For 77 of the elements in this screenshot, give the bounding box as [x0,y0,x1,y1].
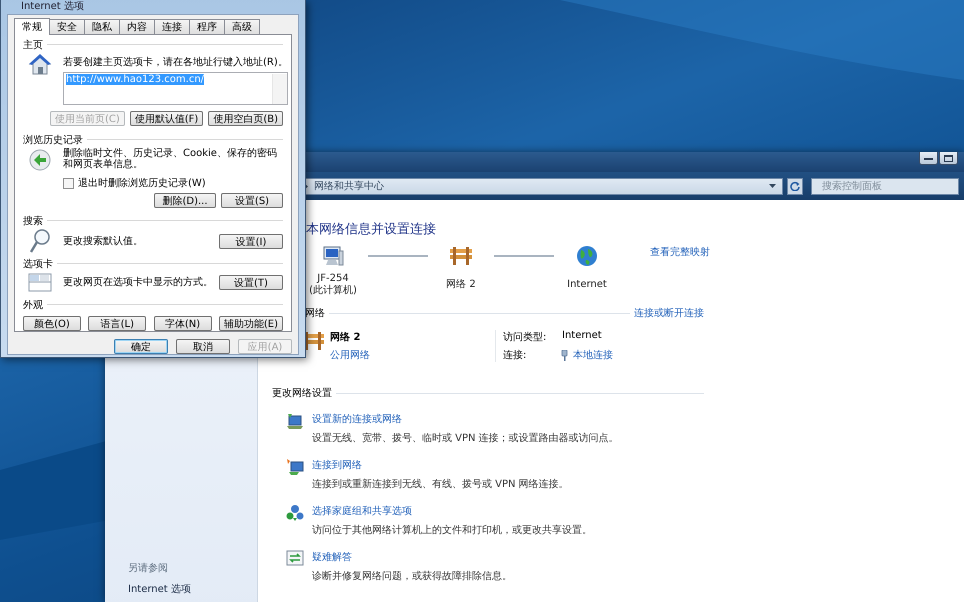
push-button[interactable]: 辅助功能(E) [218,316,283,331]
search-field[interactable]: 搜索控制面板 [811,178,959,194]
history-icon [28,148,52,172]
breadcrumb-text: 网络和共享中心 [314,180,384,193]
push-button[interactable]: 语言(L) [88,316,146,331]
push-button[interactable]: 取消 [176,339,230,354]
globe-icon [576,245,598,267]
checkbox[interactable] [63,178,74,188]
section-heading: 网络 [305,307,325,320]
node-label: Internet [567,279,607,291]
plug-icon [561,350,568,360]
section-heading: 搜索 [23,214,43,228]
connect-disconnect-link[interactable]: 连接或断开连接 [634,306,704,320]
sidebar-link[interactable]: Internet 选项 [128,582,257,596]
dropdown-caret-icon[interactable] [769,184,776,188]
tab[interactable]: 高级 [224,19,260,34]
network-name: 网络 2 [330,330,362,344]
push-button[interactable]: 删除(D)... [154,193,216,208]
section-heading: 更改网络设置 [272,386,332,400]
maximize-icon [944,154,953,162]
description-text: 更改搜索默认值。 [63,234,144,248]
refresh-button[interactable] [787,178,803,194]
task-description: 连接到或重新连接到无线、有线、拨号或 VPN 网络连接。 [312,478,569,491]
refresh-icon [790,181,800,191]
checkbox-label: 退出时删除浏览历史记录(W) [78,176,206,190]
connect-network-icon [286,458,304,476]
property-label: 访问类型: [503,330,548,344]
section-heading: 外观 [23,298,43,312]
description-text: 删除临时文件、历史记录、Cookie、保存的密码和网页表单信息。 [63,148,278,170]
push-button[interactable]: 设置(S) [221,193,283,208]
property-value: Internet [561,330,603,343]
sidebar-heading: 另请参阅 [128,562,169,575]
section-heading: 主页 [23,38,43,52]
node-caption: (此计算机) [309,285,357,297]
section-heading: 选项卡 [23,258,53,270]
homegroup-icon [286,504,304,522]
push-button[interactable]: 颜色(O) [23,316,81,331]
node-label: JF-254 [316,273,350,284]
tabbed-window-icon [28,272,52,292]
network-type-link[interactable]: 公用网络 [330,348,495,362]
description-text: 更改网页在选项卡中显示的方式。 [63,276,213,289]
scrollbar [272,74,287,104]
node-label: 网络 2 [446,279,476,291]
instruction-text: 若要创建主页选项卡，请在各地址行键入地址(R)。 [63,56,288,69]
page-title: 本网络信息并设置连接 [305,221,437,238]
tab[interactable]: 常规 [14,18,50,35]
property-label: 连接: [503,348,528,362]
task-description: 访问位于其他网络计算机上的文件和打印机，或更改共享设置。 [312,524,592,537]
task-link[interactable]: 连接到网络 [312,458,569,472]
section-heading: 浏览历史记录 [23,134,83,146]
view-full-map-link[interactable]: 查看完整映射 [650,245,710,259]
tab[interactable]: 内容 [119,19,155,34]
maximize-button[interactable] [939,152,958,165]
bench-icon [448,246,474,266]
troubleshoot-icon [286,550,304,566]
tab[interactable]: 连接 [154,19,190,34]
computer-icon [322,245,344,267]
push-button[interactable]: 确定 [114,339,168,354]
task-description: 设置无线、宽带、拨号、临时或 VPN 连接；或设置路由器或访问点。 [312,432,619,445]
task-link[interactable]: 设置新的连接或网络 [312,412,619,426]
task-link[interactable]: 选择家庭组和共享选项 [312,504,592,518]
push-button[interactable]: 使用空白页(B) [208,111,283,126]
push-button[interactable]: 字体(N) [154,316,212,331]
house-icon [28,53,52,75]
minimize-button[interactable] [919,152,938,165]
tab[interactable]: 隐私 [84,19,120,34]
task-description: 诊断并修复网络问题，或获得故障排除信息。 [312,570,512,583]
push-button[interactable]: 设置(T) [219,274,283,290]
search-icon [29,228,51,254]
push-button[interactable]: 设置(I) [219,234,283,248]
window-title: Internet 选项 [20,0,85,14]
task-link[interactable]: 疑难解答 [312,550,512,564]
push-button[interactable]: 使用默认值(F) [130,111,204,126]
tab[interactable]: 安全 [49,19,85,34]
tab[interactable]: 程序 [189,19,225,34]
connection-link[interactable]: 本地连接 [573,348,613,362]
network-setup-icon [286,412,304,430]
